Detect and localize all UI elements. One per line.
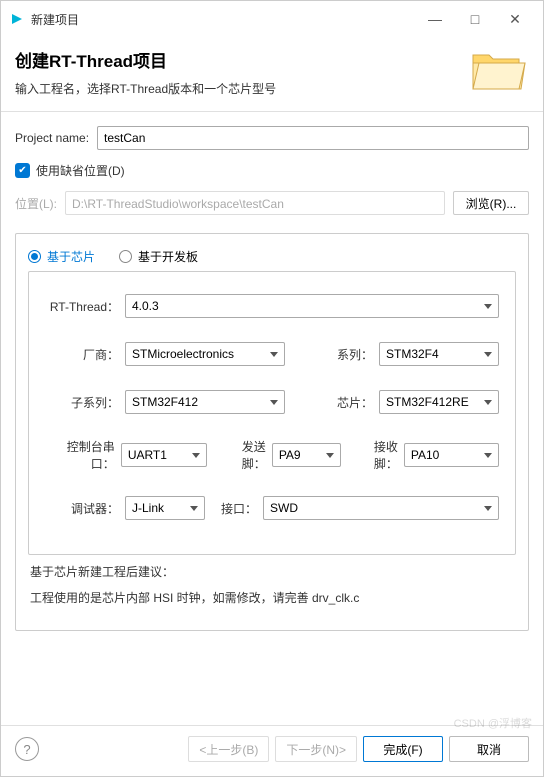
location-input: D:\RT-ThreadStudio\workspace\testCan	[65, 191, 445, 215]
suggestion-title: 基于芯片新建工程后建议：	[30, 559, 514, 585]
vendor-label: 厂商：	[45, 346, 119, 363]
radio-chip[interactable]: 基于芯片	[28, 248, 95, 265]
console-select[interactable]: UART1	[121, 443, 207, 467]
maximize-button[interactable]: □	[455, 4, 495, 34]
page-title: 创建RT-Thread项目	[15, 47, 529, 72]
project-name-input[interactable]	[97, 126, 529, 150]
chip-select[interactable]: STM32F412RE	[379, 390, 499, 414]
tx-label: 发送脚：	[221, 438, 266, 472]
chip-label: 芯片：	[337, 394, 373, 411]
series-label: 系列：	[337, 346, 373, 363]
subseries-select[interactable]: STM32F412	[125, 390, 285, 414]
cancel-button[interactable]: 取消	[449, 736, 529, 762]
footer: ? <上一步(B) 下一步(N)> 完成(F) 取消	[1, 725, 543, 776]
titlebar: 新建项目 — □ ✕	[1, 1, 543, 37]
rx-label: 接收脚：	[353, 438, 398, 472]
iface-select[interactable]: SWD	[263, 496, 499, 520]
chip-config-panel: RT-Thread： 4.0.3 厂商： STMicroelectronics …	[28, 271, 516, 555]
base-panel: 基于芯片 基于开发板 RT-Thread： 4.0.3 厂商： STMicroe…	[15, 233, 529, 631]
radio-icon	[28, 250, 41, 263]
header: 创建RT-Thread项目 输入工程名，选择RT-Thread版本和一个芯片型号	[1, 37, 543, 111]
default-location-label: 使用缺省位置(D)	[36, 162, 125, 179]
app-icon	[9, 11, 25, 27]
help-button[interactable]: ?	[15, 737, 39, 761]
iface-label: 接口：	[221, 500, 257, 517]
project-name-label: Project name:	[15, 131, 89, 145]
folder-icon	[469, 45, 529, 95]
finish-button[interactable]: 完成(F)	[363, 736, 443, 762]
vendor-select[interactable]: STMicroelectronics	[125, 342, 285, 366]
radio-board[interactable]: 基于开发板	[119, 248, 198, 265]
back-button[interactable]: <上一步(B)	[188, 736, 269, 762]
subseries-label: 子系列：	[45, 394, 119, 411]
suggestion-block: 基于芯片新建工程后建议： 工程使用的是芯片内部 HSI 时钟，如需修改，请完善 …	[28, 555, 516, 622]
debugger-select[interactable]: J-Link	[125, 496, 205, 520]
radio-chip-label: 基于芯片	[47, 248, 95, 265]
window-title: 新建项目	[31, 11, 79, 28]
suggestion-line: 工程使用的是芯片内部 HSI 时钟，如需修改，请完善 drv_clk.c	[30, 585, 514, 611]
default-location-checkbox[interactable]: ✔	[15, 163, 30, 178]
browse-button[interactable]: 浏览(R)...	[453, 191, 529, 215]
page-subtitle: 输入工程名，选择RT-Thread版本和一个芯片型号	[15, 80, 529, 97]
console-label: 控制台串口：	[45, 438, 115, 472]
rt-thread-label: RT-Thread：	[45, 298, 119, 315]
debugger-label: 调试器：	[45, 500, 119, 517]
radio-board-label: 基于开发板	[138, 248, 198, 265]
rt-thread-select[interactable]: 4.0.3	[125, 294, 499, 318]
rx-select[interactable]: PA10	[404, 443, 499, 467]
close-button[interactable]: ✕	[495, 4, 535, 34]
tx-select[interactable]: PA9	[272, 443, 341, 467]
series-select[interactable]: STM32F4	[379, 342, 499, 366]
next-button[interactable]: 下一步(N)>	[275, 736, 357, 762]
minimize-button[interactable]: —	[415, 4, 455, 34]
location-label: 位置(L):	[15, 195, 57, 212]
form-body: Project name: ✔ 使用缺省位置(D) 位置(L): D:\RT-T…	[1, 112, 543, 725]
radio-icon	[119, 250, 132, 263]
